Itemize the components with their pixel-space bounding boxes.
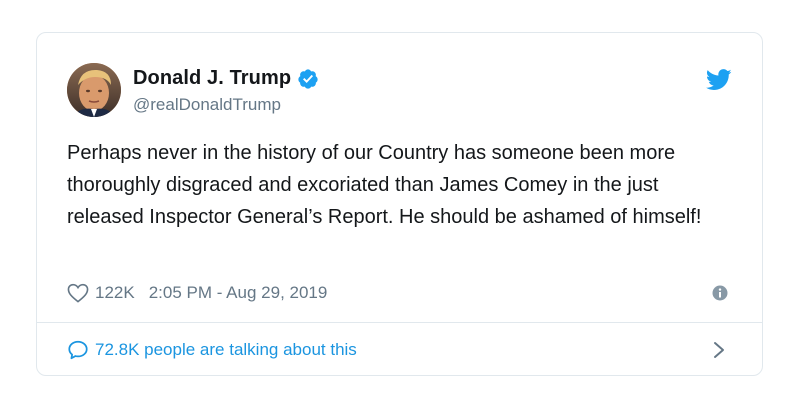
tweet-timestamp[interactable]: 2:05 PM - Aug 29, 2019 (149, 283, 328, 303)
chevron-right-icon[interactable] (712, 340, 726, 360)
speech-bubble-icon (68, 340, 88, 360)
avatar-image (67, 63, 121, 117)
tweet-text: Perhaps never in the history of our Coun… (67, 142, 702, 228)
author-name[interactable]: Donald J. Trump (133, 67, 291, 90)
like-count[interactable]: 122K (95, 283, 135, 303)
divider (37, 322, 762, 323)
author-name-row[interactable]: Donald J. Trump (133, 67, 319, 90)
info-icon[interactable] (712, 285, 728, 301)
conversation-label[interactable]: 72.8K people are talking about this (95, 340, 357, 360)
avatar[interactable] (67, 63, 121, 117)
verified-badge-icon (298, 68, 318, 89)
twitter-bird-icon[interactable] (706, 69, 732, 91)
tweet-card[interactable]: Donald J. Trump @realDonaldTrump Perhaps… (36, 32, 763, 376)
author-handle[interactable]: @realDonaldTrump (133, 95, 281, 115)
conversation-link[interactable]: 72.8K people are talking about this (67, 337, 357, 363)
heart-icon[interactable] (67, 283, 89, 303)
tweet-meta: 122K 2:05 PM - Aug 29, 2019 (67, 281, 327, 305)
